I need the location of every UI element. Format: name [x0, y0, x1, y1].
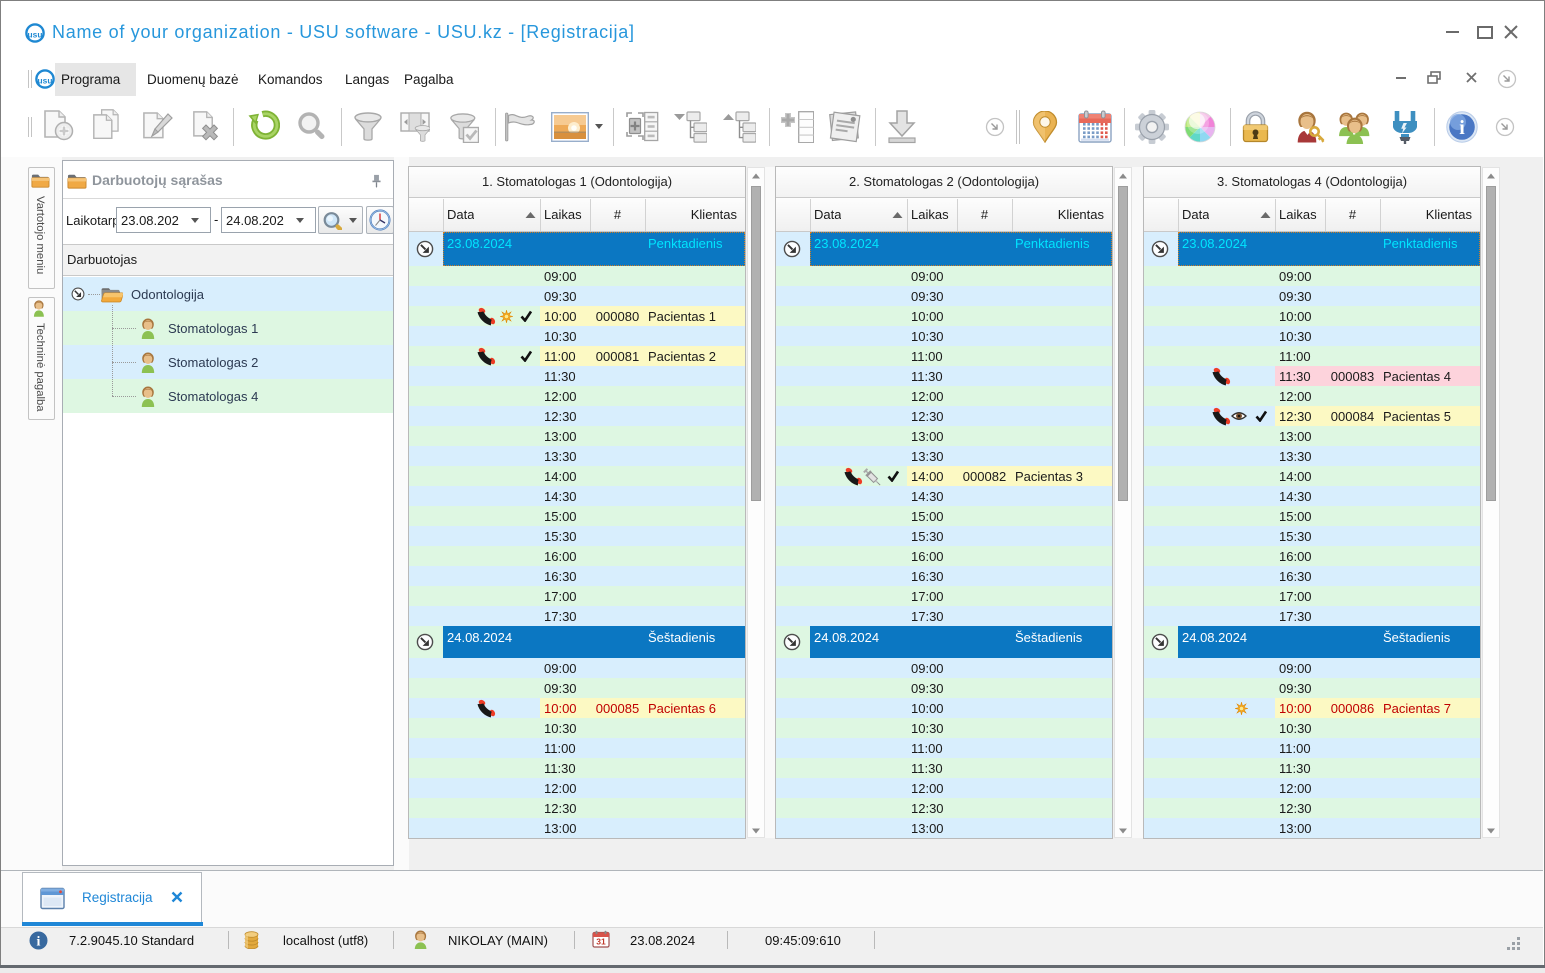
svg-text:usu: usu: [28, 30, 43, 40]
svg-text:i: i: [1459, 117, 1465, 139]
svg-text:i: i: [37, 935, 41, 950]
svg-text:31: 31: [596, 937, 606, 947]
svg-text:usu: usu: [38, 76, 53, 86]
